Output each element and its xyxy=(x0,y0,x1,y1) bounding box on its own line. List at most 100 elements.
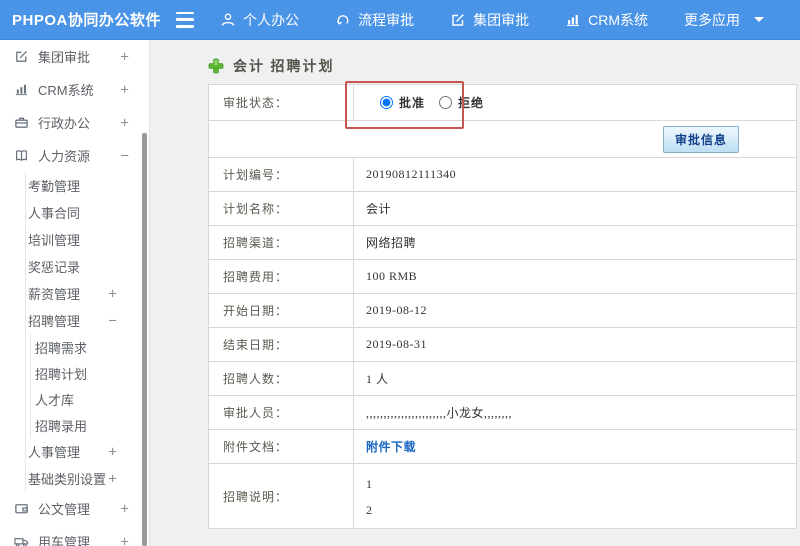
main-content: 会计 招聘计划 审批状态： 批准 拒绝 审批信息 计划编号： 201908121… xyxy=(150,40,800,546)
sidebar-item-hr[interactable]: 人力资源 − xyxy=(0,139,149,172)
sidebar-item-label: 招聘需求 xyxy=(35,340,88,356)
nav-label: CRM系统 xyxy=(588,11,648,28)
expand-toggle[interactable]: + xyxy=(120,114,129,131)
title-bar: 会计 招聘计划 xyxy=(208,54,797,78)
sidebar-item-attendance[interactable]: 考勤管理 xyxy=(0,172,149,199)
sidebar-item-label: 考勤管理 xyxy=(28,179,81,194)
field-label: 招聘人数： xyxy=(209,362,354,395)
field-value: 会计 xyxy=(366,202,392,216)
expand-toggle[interactable]: + xyxy=(108,285,117,302)
sidebar-item-documents[interactable]: 公文管理 + xyxy=(0,492,149,525)
book-icon xyxy=(14,148,29,163)
field-label: 招聘渠道： xyxy=(209,226,354,259)
briefcase-icon xyxy=(14,115,29,130)
menu-bar xyxy=(175,25,195,28)
app-window: PHPOA协同办公软件 个人办公 流程审批 集团审批 CRM系统 更多应用 集团… xyxy=(0,0,800,546)
app-logo: PHPOA协同办公软件 xyxy=(12,12,161,29)
sidebar-item-label: 基础类别设置 xyxy=(28,472,107,487)
table-row-plan-number: 计划编号： 20190812111340 xyxy=(209,158,796,192)
description-line: 2 xyxy=(366,503,373,517)
sidebar-item-label: 培训管理 xyxy=(28,233,81,248)
sidebar-item-label: 招聘录用 xyxy=(35,418,88,434)
nav-process-approval[interactable]: 流程审批 xyxy=(335,10,414,30)
menu-bar xyxy=(175,11,195,14)
expand-toggle[interactable]: + xyxy=(108,443,117,460)
menu-bar xyxy=(175,18,195,21)
person-icon xyxy=(220,12,236,28)
caret-down-icon xyxy=(754,17,764,22)
page-title: 会计 招聘计划 xyxy=(233,60,335,75)
sidebar-item-training[interactable]: 培训管理 xyxy=(0,226,149,253)
sidebar-item-label: 人力资源 xyxy=(38,149,91,164)
field-value: 1 人 xyxy=(366,372,389,386)
nav-personal-office[interactable]: 个人办公 xyxy=(220,10,299,30)
menu-toggle-icon[interactable] xyxy=(175,11,195,28)
field-value: 2019-08-31 xyxy=(366,337,427,351)
sidebar-item-label: 人才库 xyxy=(35,392,75,408)
collapse-toggle[interactable]: − xyxy=(108,312,117,329)
sidebar-item-recruit-hire[interactable]: 招聘录用 xyxy=(0,412,149,438)
sidebar-item-admin-office[interactable]: 行政办公 + xyxy=(0,106,149,139)
description-line: 1 xyxy=(366,477,373,491)
collapse-toggle[interactable]: − xyxy=(120,147,129,164)
sidebar-item-recruit-plan[interactable]: 招聘计划 xyxy=(0,360,149,386)
sidebar-item-hr-contract[interactable]: 人事合同 xyxy=(0,199,149,226)
sidebar-item-group-approval[interactable]: 集团审批 + xyxy=(0,40,149,73)
table-row-description: 招聘说明： 1 2 xyxy=(209,464,796,529)
nav-crm-system[interactable]: CRM系统 xyxy=(565,10,648,30)
sidebar-item-label: 奖惩记录 xyxy=(28,260,81,275)
sidebar-item-salary[interactable]: 薪资管理 + xyxy=(0,280,149,307)
sidebar-item-label: 人事管理 xyxy=(28,445,81,460)
field-value: 20190812111340 xyxy=(366,167,457,181)
sidebar-item-rewards[interactable]: 奖惩记录 xyxy=(0,253,149,280)
plus-icon xyxy=(208,58,224,74)
description-value: 1 2 xyxy=(354,464,796,528)
field-value: 网络招聘 xyxy=(366,236,417,250)
field-label: 招聘费用： xyxy=(209,260,354,293)
expand-toggle[interactable]: + xyxy=(120,81,129,98)
sidebar-item-label: 集团审批 xyxy=(38,50,91,65)
truck-icon xyxy=(14,534,29,546)
field-label: 计划编号： xyxy=(209,158,354,191)
expand-toggle[interactable]: + xyxy=(108,470,117,487)
sidebar-item-crm[interactable]: CRM系统 + xyxy=(0,73,149,106)
field-label: 计划名称： xyxy=(209,192,354,225)
sidebar-item-personnel[interactable]: 人事管理 + xyxy=(0,438,149,465)
sidebar-item-recruit-demand[interactable]: 招聘需求 xyxy=(0,334,149,360)
expand-toggle[interactable]: + xyxy=(120,48,129,65)
sidebar-item-label: 行政办公 xyxy=(38,116,91,131)
table-row-headcount: 招聘人数： 1 人 xyxy=(209,362,796,396)
field-value: 100 RMB xyxy=(366,269,418,283)
sidebar-item-label: CRM系统 xyxy=(38,83,94,98)
nav-label: 更多应用 xyxy=(684,11,740,28)
table-row-attachment: 附件文档： 附件下载 xyxy=(209,430,796,464)
sidebar: 集团审批 + CRM系统 + 行政办公 + 人力资源 − 考勤管理 人事合同 培… xyxy=(0,40,150,546)
table-row-plan-name: 计划名称： 会计 xyxy=(209,192,796,226)
table-row-recruit-cost: 招聘费用： 100 RMB xyxy=(209,260,796,294)
table-row-approvers: 审批人员： ,,,,,,,,,,,,,,,,,,,,,,,小龙女,,,,,,,, xyxy=(209,396,796,430)
sidebar-item-recruit-mgmt[interactable]: 招聘管理 − xyxy=(0,307,149,334)
nav-more-apps[interactable]: 更多应用 xyxy=(684,10,764,30)
attachment-download-link[interactable]: 附件下载 xyxy=(366,438,416,455)
nav-label: 流程审批 xyxy=(358,11,415,28)
sidebar-item-base-category[interactable]: 基础类别设置 + xyxy=(0,465,149,492)
bar-chart-icon xyxy=(565,12,581,28)
field-value: ,,,,,,,,,,,,,,,,,,,,,,,小龙女,,,,,,,, xyxy=(366,406,513,420)
bar-chart-icon xyxy=(14,82,29,97)
sidebar-item-label: 公文管理 xyxy=(38,502,91,517)
expand-toggle[interactable]: + xyxy=(120,533,129,546)
field-value: 2019-08-12 xyxy=(366,303,427,317)
expand-toggle[interactable]: + xyxy=(120,500,129,517)
sidebar-item-vehicle[interactable]: 用车管理 + xyxy=(0,525,149,546)
approval-form-table: 审批状态： 批准 拒绝 审批信息 计划编号： 20190812111340 计划… xyxy=(208,84,797,529)
table-row-recruit-channel: 招聘渠道： 网络招聘 xyxy=(209,226,796,260)
sidebar-item-talent-pool[interactable]: 人才库 xyxy=(0,386,149,412)
approval-info-button[interactable]: 审批信息 xyxy=(662,125,739,153)
sidebar-item-label: 人事合同 xyxy=(28,206,81,221)
nav-group-approval[interactable]: 集团审批 xyxy=(450,10,529,30)
field-label: 附件文档： xyxy=(209,430,354,463)
edit-square-icon xyxy=(14,49,29,64)
field-label: 审批人员： xyxy=(209,396,354,429)
sidebar-scrollbar[interactable] xyxy=(142,133,147,546)
field-label: 审批状态： xyxy=(209,85,354,120)
